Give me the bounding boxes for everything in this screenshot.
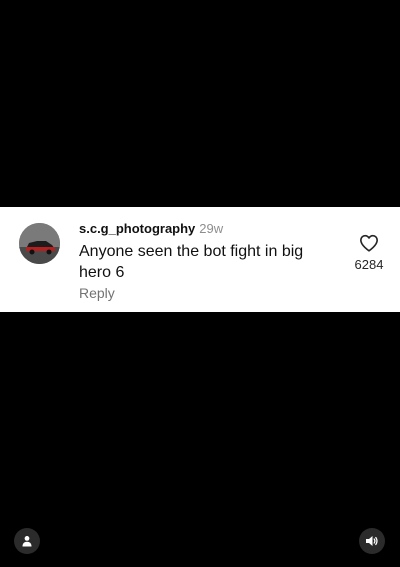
comment-text: Anyone seen the bot fight in big hero 6 — [79, 243, 304, 281]
user-icon[interactable] — [14, 528, 40, 554]
like-count: 6284 — [354, 257, 384, 272]
video-frame: s.c.g_photography 29w Anyone seen the bot… — [0, 0, 400, 567]
speaker-icon[interactable] — [359, 528, 385, 554]
comment-timestamp: 29w — [199, 221, 224, 236]
car-avatar[interactable] — [19, 223, 60, 264]
comment-author[interactable]: s.c.g_photography 29w — [79, 221, 223, 236]
reply-button[interactable]: Reply — [79, 285, 115, 301]
username[interactable]: s.c.g_photography — [79, 221, 195, 236]
heart-outline-icon[interactable] — [359, 234, 379, 252]
like-control: 6284 — [351, 234, 387, 272]
comment-card: s.c.g_photography 29w Anyone seen the bot… — [0, 207, 400, 312]
